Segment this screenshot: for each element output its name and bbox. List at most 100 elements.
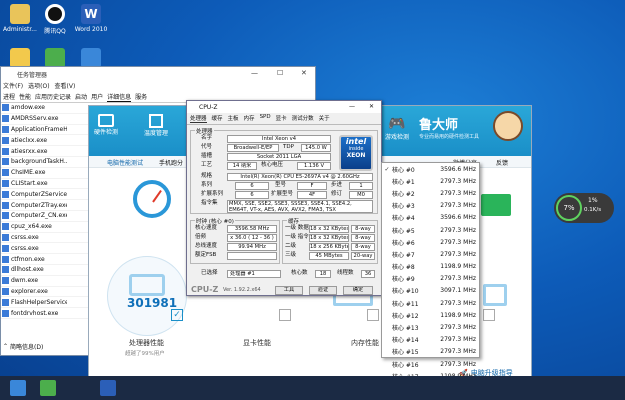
process-row[interactable]: ctfmon.exe [1, 254, 89, 265]
process-icon [2, 277, 9, 285]
core-row[interactable]: 核心 #14 2797.3 MHz [382, 334, 479, 346]
tab-users[interactable]: 用户 [91, 92, 103, 102]
details-footer[interactable]: ⌃ 简略信息(D) [3, 342, 43, 351]
taskbar-app-icon[interactable] [100, 380, 116, 396]
core-row[interactable]: 核心 #7 2797.3 MHz [382, 248, 479, 260]
tab-performance[interactable]: 性能 [19, 92, 31, 102]
process-row[interactable]: FlashHelperService... [1, 297, 89, 309]
window-title: CPU-Z [199, 103, 218, 111]
taskbar-app-icon[interactable] [10, 380, 26, 396]
process-row[interactable]: csrss.exe [1, 243, 89, 255]
score-checkbox[interactable]: ✓ [171, 309, 183, 321]
process-row[interactable]: atiesrxx.exe [1, 146, 89, 157]
core-row[interactable]: 核心 #8 1198.9 MHz [382, 261, 479, 273]
process-row[interactable]: ComputerZ_CN.exe [1, 211, 89, 222]
cache-size: 45 MBytes [309, 252, 349, 260]
tab-phone-score[interactable]: 手机跑分 [159, 158, 183, 167]
core-row[interactable]: 核心 #16 2797.3 MHz [382, 358, 479, 370]
process-row[interactable]: amdow.exe [1, 103, 89, 114]
process-name: ComputerZService... [11, 190, 67, 198]
codename-field: Broadwell-E/EP [227, 144, 279, 152]
gpu-checkbox[interactable] [279, 309, 291, 321]
tab-pc-test[interactable]: 电脑性能测试 [107, 158, 143, 167]
desktop-icon-word[interactable]: W Word 2010 [74, 4, 108, 33]
core-row[interactable]: 核心 #12 1198.9 MHz [382, 309, 479, 321]
process-row[interactable]: ComputerZService... [1, 189, 89, 201]
process-row[interactable]: CLIStart.exe [1, 179, 89, 190]
tab-2[interactable]: 主板 [228, 114, 239, 123]
title-bar[interactable]: 任务管理器 — ☐ ✕ [1, 67, 315, 81]
close-button[interactable]: ✕ [301, 69, 307, 77]
tab-5[interactable]: 显卡 [276, 114, 287, 123]
core-row[interactable]: 核心 #9 2797.3 MHz [382, 273, 479, 285]
process-row[interactable]: ApplicationFrameH... [1, 125, 89, 136]
process-icon [2, 104, 9, 112]
core-row[interactable]: 核心 #13 2797.3 MHz [382, 321, 479, 333]
processor-select[interactable]: 处理器 #1 [227, 270, 281, 278]
core-name: 核心 #5 [392, 227, 415, 235]
process-row[interactable]: cpuz_x64.exe [1, 222, 89, 233]
ok-button[interactable]: 确定 [343, 286, 373, 295]
tab-7[interactable]: 关于 [319, 114, 330, 123]
start-test-button[interactable] [481, 194, 511, 216]
process-row[interactable]: ComputerZTray.exe [1, 200, 89, 211]
tab-details[interactable]: 详细信息 [107, 92, 132, 102]
tab-services[interactable]: 服务 [135, 92, 147, 102]
desktop-icon-admin[interactable]: Administr... [3, 4, 37, 33]
cpuz-brand: CPU-Z [191, 285, 219, 294]
process-row[interactable]: fontdrvhost.exe [1, 308, 89, 319]
package-field: Socket 2011 LGA [227, 153, 331, 161]
core-row[interactable]: 核心 #4 3596.6 MHz [382, 212, 479, 224]
tab-1[interactable]: 缓存 [212, 114, 223, 123]
minimize-button[interactable]: — [251, 69, 258, 77]
process-row[interactable]: csrss.exe [1, 233, 89, 244]
memory-checkbox[interactable] [367, 309, 379, 321]
core-row[interactable]: ✓ 核心 #0 3596.6 MHz [382, 163, 479, 175]
process-row[interactable]: dwm.exe [1, 276, 89, 287]
core-row[interactable]: 核心 #3 2797.3 MHz [382, 200, 479, 212]
process-row[interactable]: explorer.exe [1, 287, 89, 298]
core-row[interactable]: 核心 #2 2797.3 MHz [382, 187, 479, 199]
process-row[interactable]: backgroundTaskH... [1, 157, 89, 168]
feedback[interactable]: 反馈 [496, 158, 508, 167]
cpuz-window[interactable]: CPU-Z — ✕ 处理器 缓存 主板 内存 SPD 显卡 测试分数 关于 处理器 名字 In… [186, 100, 382, 296]
core-row[interactable]: 核心 #10 3097.1 MHz [382, 285, 479, 297]
tab-app-history[interactable]: 应用历史记录 [35, 92, 71, 102]
process-row[interactable]: atieclxx.exe [1, 135, 89, 147]
hardware-tool[interactable]: 硬件检测 [93, 114, 119, 136]
core-row[interactable]: 核心 #15 2797.3 MHz [382, 346, 479, 358]
temperature-tool[interactable]: 温度管理 [143, 114, 169, 137]
close-button[interactable]: ✕ [369, 103, 374, 110]
menu-view[interactable]: 查看(V) [55, 81, 76, 92]
desktop-icon-qq[interactable]: 腾讯QQ [38, 4, 72, 35]
tools-button[interactable]: 工具 [275, 286, 303, 295]
title-bar[interactable]: CPU-Z — ✕ [187, 101, 381, 113]
core-row[interactable]: 核心 #11 2797.3 MHz [382, 297, 479, 309]
core-name: 核心 #15 [392, 349, 419, 357]
tab-0[interactable]: 处理器 [190, 114, 207, 123]
disk-checkbox[interactable] [483, 309, 495, 321]
tab-startup[interactable]: 启动 [75, 92, 87, 102]
tab-4[interactable]: SPD [260, 114, 271, 123]
core-row[interactable]: 核心 #1 2797.3 MHz [382, 175, 479, 187]
core-row[interactable]: 核心 #5 2797.3 MHz [382, 224, 479, 236]
core-clock-dropdown[interactable]: ✓ 核心 #0 3596.6 MHz 核心 #1 2797.3 MHz 核心 #2 2797… [381, 162, 480, 381]
process-row[interactable]: AMDRSServ.exe [1, 114, 89, 125]
tab-3[interactable]: 内存 [244, 114, 255, 123]
game-detect[interactable]: 🎮 游戏检测 [385, 116, 409, 141]
group-title: 时钟 (核心 #0) [195, 217, 235, 225]
core-row[interactable]: 核心 #6 2797.3 MHz [382, 236, 479, 248]
tab-processes[interactable]: 进程 [3, 92, 15, 102]
label-revision: 修订 [331, 191, 343, 197]
process-row[interactable]: dllhost.exe [1, 265, 89, 276]
minimize-button[interactable]: — [349, 103, 355, 110]
taskbar-app-icon[interactable] [40, 380, 56, 396]
menu-options[interactable]: 选项(O) [28, 81, 49, 92]
process-row[interactable]: ChsIME.exe [1, 168, 89, 179]
menu-file[interactable]: 文件(F) [3, 81, 23, 92]
maximize-button[interactable]: ☐ [277, 69, 283, 77]
net-speed-widget[interactable]: 7% 1% 0.1K/s [554, 193, 614, 223]
validate-button[interactable]: 验证 [309, 286, 337, 295]
tab-6[interactable]: 测试分数 [292, 114, 314, 123]
details-label: 简略信息(D) [10, 344, 44, 351]
